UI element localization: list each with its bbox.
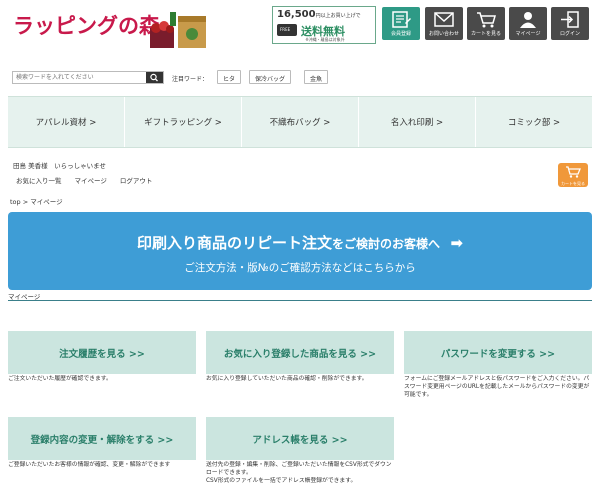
login-icon	[561, 11, 579, 28]
nav-item-name-printing[interactable]: 名入れ印刷 >	[359, 97, 476, 147]
gift-basket-icon	[150, 12, 206, 48]
view-cart-label: カートを見る	[470, 31, 501, 37]
user-links: お気に入り一覧 マイページ ログアウト	[16, 175, 152, 185]
edit-registration-button[interactable]: 登録内容の変更・解除をする >>	[8, 417, 196, 460]
order-history-button[interactable]: 注文履歴を見る >>	[8, 331, 196, 374]
contact-label: お問い合わせ	[428, 31, 459, 37]
banner-title: 印刷入り商品のリピート注文をご検討のお客様へ ➡	[8, 232, 592, 253]
free-shipping-amount: 16,500	[277, 9, 316, 20]
cart-icon	[566, 166, 581, 178]
mypage-button[interactable]: マイページ	[509, 7, 547, 40]
search-input[interactable]	[13, 72, 147, 83]
free-shipping-note: ※沖縄・離島は対象外	[305, 37, 345, 42]
favorites-button[interactable]: お気に入り登録した商品を見る >>	[206, 331, 394, 374]
free-shipping-condition: 円以上お買い上げで	[315, 13, 361, 19]
logout-link[interactable]: ログアウト	[120, 175, 153, 185]
site-logo[interactable]: ラッピングの森	[13, 10, 160, 40]
search-button[interactable]	[146, 72, 163, 83]
hot-word-link[interactable]: 保冷バッグ	[249, 70, 292, 84]
address-book-button[interactable]: アドレス帳を見る >>	[206, 417, 394, 460]
change-password-desc: フォームにご登録メールアドレスと仮パスワードをご入力ください。パスワード変更用ペ…	[404, 376, 590, 398]
address-book-desc: 送付先の登録・編集・削除、ご登録いただいた情報をCSV形式でダウンロードできます…	[206, 462, 392, 484]
repeat-order-banner[interactable]: 印刷入り商品のリピート注文をご検討のお客様へ ➡ ご注文方法・版№のご確認方法な…	[8, 212, 592, 290]
banner-title-main: 印刷入り商品のリピート注文	[136, 234, 332, 252]
contact-button[interactable]: お問い合わせ	[425, 7, 463, 40]
mail-icon	[434, 12, 454, 27]
hot-word-link[interactable]: ヒタ	[217, 70, 242, 84]
floating-cart-button[interactable]: カートを見る	[558, 163, 588, 187]
nav-item-gift-wrapping[interactable]: ギフトラッピング >	[125, 97, 242, 147]
member-register-button[interactable]: 会員登録	[382, 7, 420, 40]
favorites-link[interactable]: お気に入り一覧	[16, 175, 62, 185]
hot-word-link[interactable]: 金魚	[304, 70, 329, 84]
nav-item-nonwoven-bag[interactable]: 不織布バッグ >	[242, 97, 359, 147]
edit-registration-desc: ご登録いただいたお客様の情報が確認、変更・解除ができます	[8, 462, 171, 468]
banner-subtitle: ご注文方法・版№のご確認方法などはこちらから	[184, 262, 416, 274]
nav-item-apparel[interactable]: アパレル資材 >	[8, 97, 125, 147]
site-header: ラッピングの森 16,500円以上お買い上げで FREE 送料無料 ※沖縄・離島…	[0, 0, 600, 56]
user-icon	[520, 12, 536, 28]
nav-item-comic[interactable]: コミック部 >	[476, 97, 592, 147]
login-label: ログイン	[559, 31, 580, 37]
category-nav: アパレル資材 > ギフトラッピング > 不織布バッグ > 名入れ印刷 > コミッ…	[8, 96, 592, 148]
favorites-desc: お気に入り登録していただいた商品の確認・削除ができます。	[206, 376, 368, 382]
free-shipping-banner[interactable]: 16,500円以上お買い上げで FREE 送料無料 ※沖縄・離島は対象外	[272, 6, 376, 44]
cart-icon	[477, 12, 496, 28]
banner-title-sub: をご検討のお客様へ	[331, 237, 440, 251]
change-password-button[interactable]: パスワードを変更する >>	[404, 331, 592, 374]
mypage-label: マイページ	[515, 31, 541, 37]
user-greeting: 田島 美香様 いらっしゃいませ	[13, 162, 106, 170]
hot-words-label: 注目ワード：	[172, 76, 209, 83]
member-register-label: 会員登録	[390, 31, 411, 37]
floating-cart-label: カートを見る	[561, 181, 585, 186]
login-button[interactable]: ログイン	[551, 7, 589, 40]
breadcrumb: top > マイページ	[10, 198, 63, 206]
view-cart-button[interactable]: カートを見る	[467, 7, 505, 40]
truck-icon: FREE	[277, 24, 297, 36]
search-box	[12, 71, 164, 84]
arrow-right-icon: ➡	[450, 234, 464, 252]
section-divider	[8, 300, 592, 301]
search-icon	[150, 73, 158, 82]
truck-free-label: FREE	[280, 27, 291, 32]
mypage-link[interactable]: マイページ	[75, 175, 107, 185]
member-register-icon	[392, 11, 411, 28]
order-history-desc: ご注文いただいた履歴が確認できます。	[8, 376, 112, 382]
